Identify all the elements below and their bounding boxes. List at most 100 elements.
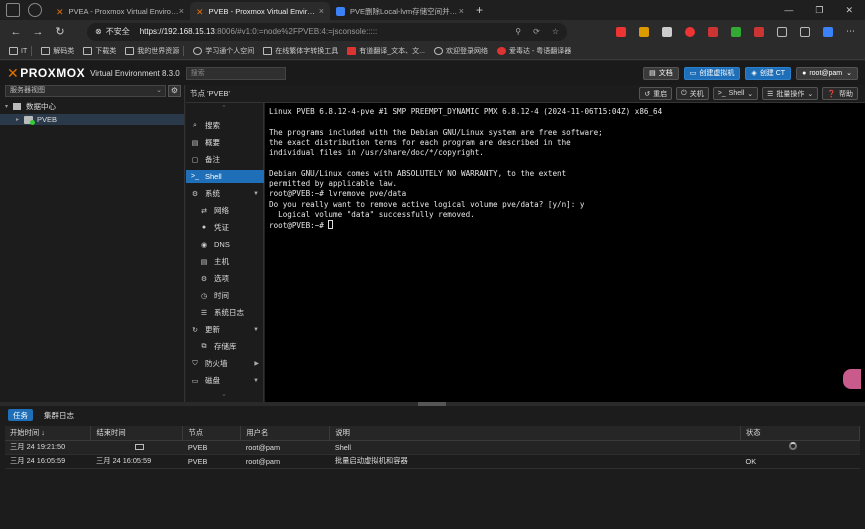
- extensions-puzzle-icon[interactable]: [777, 26, 787, 37]
- window-menu-icon[interactable]: [6, 3, 20, 17]
- close-window-icon[interactable]: ✕: [845, 5, 853, 16]
- bookmark-folder[interactable]: IT: [9, 46, 33, 56]
- close-icon[interactable]: ×: [179, 6, 184, 16]
- column-header-node[interactable]: 节点: [182, 426, 242, 441]
- cell-node: PVEB: [182, 440, 241, 455]
- bookmark-link[interactable]: 有道翻译_文本、文...: [347, 46, 425, 56]
- workspaces-icon[interactable]: [28, 3, 42, 17]
- bookmark-link[interactable]: 在线繁体字转换工具: [263, 46, 338, 56]
- column-header-status[interactable]: 状态: [740, 426, 860, 441]
- proxmox-logo[interactable]: ✕ PROXMOX: [7, 65, 85, 82]
- forward-icon[interactable]: →: [27, 26, 49, 38]
- gear-icon[interactable]: ⚙: [168, 85, 181, 97]
- bookmark-label: 在线繁体字转换工具: [275, 48, 339, 55]
- close-icon[interactable]: ×: [319, 6, 324, 16]
- site-icon: [263, 47, 273, 55]
- chevron-right-icon: ▶: [254, 361, 259, 367]
- minimize-icon[interactable]: —: [784, 5, 793, 16]
- content-toolbar: 节点 'PVEB' ↺ 重启 ⏻ 关机 >_ Shell ⌄ ☰ 批量操作 ⌄ ❓ 帮助: [186, 85, 865, 103]
- tree-datacenter[interactable]: ▾ 数据中心: [0, 101, 184, 112]
- menu-item-summary[interactable]: ▤ 概要: [186, 136, 264, 149]
- extension-icon[interactable]: [616, 26, 626, 37]
- search-input[interactable]: 搜索: [185, 66, 286, 80]
- expand-icon[interactable]: ▸: [16, 116, 24, 123]
- bulk-actions-button[interactable]: ☰ 批量操作 ⌄: [762, 87, 819, 100]
- menu-item-network[interactable]: ⇄ 网络: [186, 204, 264, 217]
- mail-extension-icon[interactable]: [662, 26, 672, 37]
- browser-tab-strip: ✕ PVEA - Proxmox Virtual Environm × ✕ PV…: [0, 0, 865, 20]
- folder-icon: [9, 47, 18, 55]
- menu-item-dns[interactable]: ◉ DNS: [186, 238, 264, 251]
- key-icon[interactable]: ⚲: [515, 27, 521, 36]
- view-selector[interactable]: 服务器视图 ⌄: [5, 85, 166, 97]
- menu-item-repositories[interactable]: ⧉ 存储库: [186, 340, 264, 353]
- more-menu-icon[interactable]: ⋯: [846, 26, 855, 37]
- tab-title: PVEA - Proxmox Virtual Environm: [68, 6, 179, 16]
- tab-cluster-log[interactable]: 集群日志: [39, 409, 79, 421]
- browser-tab-pvea[interactable]: ✕ PVEA - Proxmox Virtual Environm ×: [50, 2, 190, 20]
- url-input[interactable]: ⊗ 不安全 https://192.168.15.13 :8006/#v1:0:…: [87, 22, 567, 41]
- clock-icon: ◷: [200, 292, 208, 300]
- menu-item-search[interactable]: ⌕ 搜索: [186, 119, 264, 132]
- reboot-button[interactable]: ↺ 重启: [639, 87, 673, 100]
- maximize-icon[interactable]: ❐: [815, 5, 823, 16]
- extension-icon[interactable]: [639, 26, 649, 37]
- bookmark-folder[interactable]: 下载类: [83, 46, 116, 56]
- extension-icon[interactable]: [685, 26, 695, 37]
- column-header-start-time[interactable]: 开始时间 ↓: [5, 426, 92, 441]
- column-header-end-time[interactable]: 结束时间: [90, 426, 184, 441]
- menu-item-options[interactable]: ⚙ 选项: [186, 272, 264, 285]
- cube-icon: ◈: [751, 70, 757, 77]
- create-ct-button[interactable]: ◈ 创建 CT: [745, 66, 792, 80]
- menu-item-updates[interactable]: ↻ 更新 ▼: [186, 323, 264, 336]
- menu-item-time[interactable]: ◷ 时间: [186, 289, 264, 302]
- shell-button[interactable]: >_ Shell ⌄: [712, 87, 759, 100]
- collections-icon[interactable]: [823, 26, 833, 37]
- bookmark-folder[interactable]: 解码类: [41, 46, 74, 56]
- create-vm-button[interactable]: ▭ 创建虚拟机: [683, 66, 741, 80]
- menu-item-system[interactable]: ⚙ 系统 ▼: [186, 187, 264, 200]
- bookmark-link[interactable]: 学习通个人空间: [193, 46, 254, 56]
- browser-tab-pveb[interactable]: ✕ PVEB - Proxmox Virtual Environm ×: [190, 2, 330, 20]
- browser-tab-article[interactable]: PVE删除Local-lvm存储空间并合并 ×: [330, 2, 470, 20]
- menu-item-notes[interactable]: ▢ 备注: [186, 153, 264, 166]
- cell-description: 批量启动虚拟机和容器: [329, 454, 741, 469]
- tab-tasks[interactable]: 任务: [8, 409, 33, 421]
- new-tab-icon[interactable]: +: [476, 3, 483, 17]
- bookmark-link[interactable]: 爱毒达 - 粤语翻译器: [496, 46, 571, 56]
- bookmark-folder[interactable]: 我的世界资源: [125, 46, 185, 56]
- table-row[interactable]: 三月 24 16:05:59 三月 24 16:05:59 PVEB root@…: [5, 454, 860, 469]
- menu-item-certificates[interactable]: ● 凭证: [186, 221, 264, 234]
- cell-end: 三月 24 16:05:59: [90, 454, 183, 469]
- proxmox-favicon-icon: ✕: [56, 6, 64, 17]
- translate-icon[interactable]: ⟳: [533, 27, 540, 36]
- menu-item-firewall[interactable]: ⛉ 防火墙 ▶: [186, 357, 264, 370]
- extension-icon[interactable]: [708, 26, 718, 37]
- shutdown-button[interactable]: ⏻ 关机: [676, 87, 709, 100]
- back-icon[interactable]: ←: [5, 26, 27, 38]
- docs-button[interactable]: ▤ 文档: [643, 66, 679, 80]
- extension-icon[interactable]: [754, 26, 764, 37]
- shell-terminal[interactable]: Linux PVEB 6.8.12-4-pve #1 SMP PREEMPT_D…: [265, 103, 865, 402]
- shield-extension-icon[interactable]: [731, 26, 741, 37]
- menu-item-shell[interactable]: >_ Shell: [186, 170, 264, 183]
- tree-node-pveb[interactable]: ▸ PVEB: [0, 114, 184, 125]
- menu-item-syslog[interactable]: ☰ 系统日志: [186, 306, 264, 319]
- scroll-up-icon[interactable]: ⌃: [221, 104, 227, 112]
- column-header-description[interactable]: 说明: [329, 426, 742, 441]
- menu-item-disks[interactable]: ▭ 磁盘 ▼: [186, 374, 264, 387]
- user-menu-button[interactable]: ● root@pam ⌄: [796, 66, 858, 80]
- favorite-star-icon[interactable]: ☆: [552, 27, 559, 36]
- help-button[interactable]: ❓ 帮助: [822, 87, 858, 100]
- menu-item-hosts[interactable]: ▤ 主机: [186, 255, 264, 268]
- reload-icon[interactable]: ↻: [49, 25, 71, 38]
- scroll-down-icon[interactable]: ⌄: [221, 390, 227, 398]
- favorites-icon[interactable]: [800, 26, 810, 37]
- close-icon[interactable]: ×: [459, 6, 464, 16]
- bookmark-link[interactable]: 欢迎登录网络: [433, 46, 488, 56]
- insecure-icon[interactable]: ⊗: [95, 27, 102, 36]
- floating-side-widget[interactable]: [843, 369, 861, 389]
- collapse-icon[interactable]: ▾: [5, 103, 13, 110]
- table-row[interactable]: 三月 24 19:21:50 PVEB root@pam Shell: [5, 440, 860, 455]
- column-header-user[interactable]: 用户名: [240, 426, 331, 441]
